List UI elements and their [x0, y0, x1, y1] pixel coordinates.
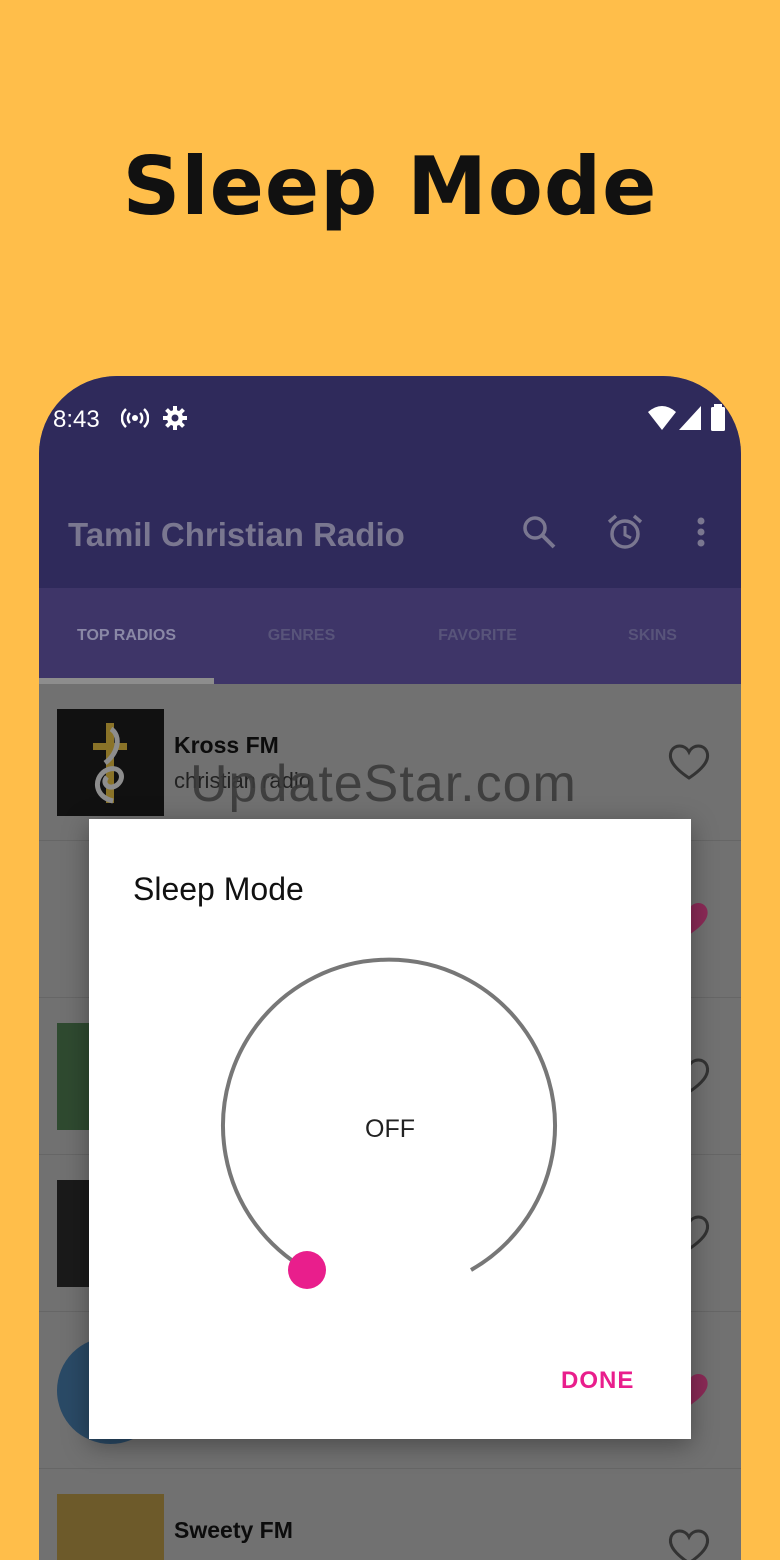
alarm-clock-icon[interactable]	[605, 512, 645, 552]
promo-title: Sleep Mode	[122, 140, 658, 233]
list-item[interactable]: Sweety FM	[39, 1469, 741, 1560]
sleep-mode-dialog: Sleep Mode OFF DONE	[89, 819, 691, 1439]
gear-icon	[161, 404, 189, 437]
tab-favorite[interactable]: FAVORITE	[390, 588, 565, 684]
status-time: 8:43	[53, 406, 100, 433]
station-logo	[57, 1494, 164, 1560]
signal-icon	[677, 404, 703, 437]
app-title: Tamil Christian Radio	[68, 516, 405, 553]
more-vert-icon[interactable]	[681, 512, 721, 552]
timer-value: OFF	[365, 1115, 415, 1143]
status-bar: 8:43	[39, 376, 741, 468]
done-button[interactable]: DONE	[561, 1367, 634, 1395]
tab-bar: TOP RADIOS GENRES FAVORITE SKINS	[39, 588, 741, 684]
radio-broadcast-icon	[120, 404, 150, 437]
watermark: UpdateStar.com	[190, 755, 577, 813]
tab-skins[interactable]: SKINS	[565, 588, 740, 684]
heart-outline-icon[interactable]	[667, 742, 711, 782]
tab-genres[interactable]: GENRES	[214, 588, 389, 684]
tab-top-radios[interactable]: TOP RADIOS	[39, 588, 214, 684]
search-icon[interactable]	[519, 512, 559, 552]
dial-handle[interactable]	[288, 1251, 326, 1289]
wifi-icon	[647, 404, 677, 437]
station-name: Sweety FM	[174, 1517, 293, 1543]
station-logo	[57, 709, 164, 816]
app-bar: Tamil Christian Radio	[39, 468, 741, 588]
heart-outline-icon[interactable]	[667, 1527, 711, 1560]
dialog-title: Sleep Mode	[133, 871, 304, 907]
battery-icon	[709, 404, 727, 437]
